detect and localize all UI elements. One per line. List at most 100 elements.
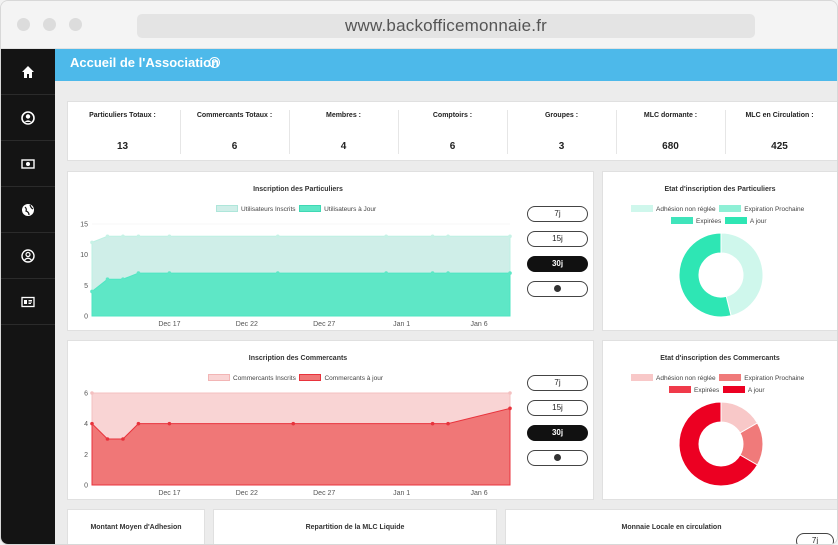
x-tick-label: Jan 6 bbox=[470, 321, 487, 328]
data-point bbox=[384, 271, 388, 275]
commercants-chart-card: Inscription des Commercants Commercants … bbox=[67, 340, 594, 500]
y-tick-label: 10 bbox=[80, 252, 88, 259]
chart-title: Inscription des Commercants bbox=[248, 355, 348, 362]
x-tick-label: Jan 1 bbox=[393, 321, 410, 328]
data-point bbox=[136, 234, 141, 239]
range-7j-button[interactable]: 7j bbox=[527, 206, 588, 222]
stat-label: Commercants Totaux : bbox=[196, 112, 273, 119]
range-7j-button[interactable]: 7j bbox=[527, 375, 588, 391]
chart-title: Repartition de la MLC Liquide bbox=[305, 524, 405, 531]
legend-swatch bbox=[631, 205, 653, 212]
data-point bbox=[508, 271, 512, 275]
globe-icon bbox=[554, 454, 561, 461]
data-point bbox=[446, 271, 450, 275]
data-point bbox=[90, 421, 94, 426]
y-tick-label: 4 bbox=[84, 421, 88, 428]
data-point bbox=[105, 437, 110, 441]
data-point bbox=[90, 391, 94, 395]
range-all-button[interactable] bbox=[527, 450, 588, 466]
home-icon bbox=[22, 65, 34, 78]
legend-swatch bbox=[719, 205, 742, 212]
x-tick-label: Jan 6 bbox=[470, 490, 487, 497]
chart-legend: Adhésion non réglée Expiration Prochaine bbox=[631, 205, 804, 213]
data-point bbox=[136, 421, 141, 426]
chart-legend: Expirées A jour bbox=[669, 386, 765, 394]
x-tick-label: Dec 17 bbox=[158, 490, 180, 497]
data-point bbox=[430, 234, 435, 239]
data-point bbox=[105, 277, 110, 281]
range-all-button[interactable] bbox=[527, 281, 588, 297]
stat-value: 13 bbox=[116, 141, 129, 152]
data-point bbox=[275, 271, 280, 275]
legend-swatch bbox=[631, 374, 653, 381]
commercants-donut-chart bbox=[678, 401, 764, 487]
stat-value: 680 bbox=[662, 141, 679, 152]
y-tick-label: 5 bbox=[84, 283, 88, 290]
series-area bbox=[91, 272, 511, 317]
window-maximize-dot[interactable] bbox=[69, 18, 82, 31]
chart-legend: Adhésion non réglée Expiration Prochaine bbox=[631, 374, 804, 382]
stat-value: 6 bbox=[231, 141, 238, 152]
sidebar-item-money[interactable] bbox=[1, 141, 55, 187]
data-point bbox=[430, 421, 435, 426]
stat-commercants: Commercants Totaux : 6 bbox=[180, 102, 289, 162]
x-tick-label: Dec 17 bbox=[158, 321, 180, 328]
stats-card: Particuliers Totaux : 13 Commercants Tot… bbox=[67, 101, 837, 162]
address-bar[interactable]: www.backofficemonnaie.fr bbox=[137, 14, 755, 38]
monnaie-circulation-card: Monnaie Locale en circulation 7j bbox=[505, 509, 837, 544]
window-close-dot[interactable] bbox=[17, 18, 30, 31]
stat-value: 425 bbox=[771, 141, 788, 152]
y-tick-label: 0 bbox=[84, 314, 88, 321]
data-point bbox=[384, 234, 388, 239]
sidebar-item-account[interactable] bbox=[1, 233, 55, 279]
legend-label: Adhésion non réglée bbox=[656, 206, 716, 213]
legend-label: Expirées bbox=[694, 387, 720, 394]
stat-groupes: Groupes : 3 bbox=[507, 102, 616, 162]
range-15j-button[interactable]: 15j bbox=[527, 231, 588, 247]
repartition-mlc-card: Repartition de la MLC Liquide bbox=[213, 509, 497, 544]
range-15j-button[interactable]: 15j bbox=[527, 400, 588, 416]
stat-label: Groupes : bbox=[544, 112, 579, 119]
range-30j-button[interactable]: 30j bbox=[527, 256, 588, 272]
browser-titlebar: www.backofficemonnaie.fr bbox=[1, 1, 837, 49]
user-icon bbox=[21, 110, 35, 125]
data-point bbox=[121, 437, 125, 441]
commercants-line-chart: 0 2 4 6 Dec 17 Dec 22 Dec 27 Jan 1 Jan 6 bbox=[84, 391, 512, 497]
y-tick-label: 6 bbox=[84, 391, 88, 398]
x-tick-label: Jan 1 bbox=[393, 490, 410, 497]
data-point bbox=[291, 421, 296, 426]
stat-value: 6 bbox=[449, 141, 456, 152]
legend-label: Expirées bbox=[696, 218, 722, 225]
sidebar-item-user[interactable] bbox=[1, 95, 55, 141]
data-point bbox=[121, 234, 125, 239]
montant-adhesion-card: Montant Moyen d'Adhesion bbox=[67, 509, 205, 544]
data-point bbox=[275, 234, 280, 239]
chart-title: Inscription des Particuliers bbox=[253, 186, 343, 193]
range-30j-button[interactable]: 30j bbox=[527, 425, 588, 441]
sidebar-item-id-card[interactable] bbox=[1, 279, 55, 325]
sidebar-item-globe[interactable] bbox=[1, 187, 55, 233]
data-point bbox=[136, 271, 141, 275]
stat-label: Comptoirs : bbox=[432, 112, 473, 119]
globe-icon bbox=[22, 203, 34, 216]
chart-legend: Expirées A jour bbox=[671, 217, 767, 225]
data-point bbox=[167, 234, 172, 239]
data-point bbox=[90, 289, 94, 294]
data-point bbox=[430, 271, 435, 275]
legend-label: Expiration Prochaine bbox=[744, 206, 805, 213]
page-header: Accueil de l'Association ? bbox=[55, 49, 837, 81]
y-tick-label: 15 bbox=[80, 222, 88, 229]
particuliers-donut-chart bbox=[678, 232, 764, 318]
help-icon[interactable]: ? bbox=[209, 57, 220, 68]
sidebar-item-home[interactable] bbox=[1, 49, 55, 95]
data-point bbox=[508, 391, 512, 395]
legend-swatch bbox=[669, 386, 691, 393]
data-point bbox=[167, 271, 172, 275]
id-card-icon bbox=[21, 296, 35, 307]
particuliers-status-card: Etat d'inscription des Particuliers Adhé… bbox=[602, 171, 837, 331]
range-7j-button[interactable]: 7j bbox=[796, 533, 834, 544]
browser-window: www.backofficemonnaie.fr Accueil de l'As… bbox=[0, 0, 838, 545]
window-minimize-dot[interactable] bbox=[43, 18, 56, 31]
y-tick-label: 0 bbox=[84, 483, 88, 490]
x-tick-label: Dec 27 bbox=[313, 321, 335, 328]
